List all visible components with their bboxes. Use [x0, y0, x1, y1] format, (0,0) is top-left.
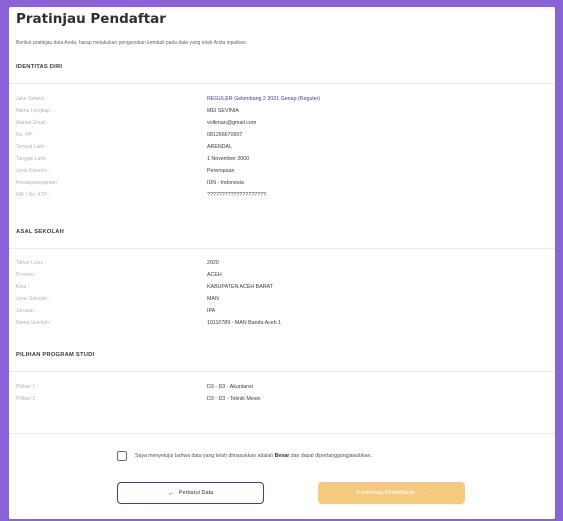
confirm-registration-button[interactable]: Konfirmasi Pendaftaran →	[318, 482, 465, 504]
info-value: Perempuan	[207, 168, 235, 174]
section-heading-identitas: IDENTITAS DIRI	[16, 64, 63, 70]
section-divider	[9, 248, 555, 249]
info-row-kota: Kota : KABUPATEN ACEH BARAT	[16, 284, 555, 293]
section-divider	[9, 371, 555, 372]
info-row-tahun-lulus: Tahun Lulus : 2020	[16, 260, 555, 269]
info-label: Jenis Sekolah :	[16, 296, 50, 302]
agreement-text-after: dan dapat dipertanggungjawabkan.	[289, 453, 372, 459]
info-row-provinsi: Provinsi : ACEH	[16, 272, 555, 281]
info-label: Jenis Kelamin :	[16, 168, 50, 174]
info-value: KABUPATEN ACEH BARAT	[207, 284, 273, 290]
info-row-pilihan-2: Pilihan 2 : D3 - D3 - Teknik Mesin	[16, 396, 555, 405]
info-label: Jurusan :	[16, 308, 37, 314]
info-label: Pilihan 2 :	[16, 396, 38, 402]
update-data-button[interactable]: ← Perbarui Data	[117, 482, 264, 504]
info-label: Nama Sekolah :	[16, 320, 52, 326]
info-row-tanggal-lahir: Tanggal Lahir : 1 November 2000	[16, 156, 555, 165]
agreement-text: Saya menyetujui bahwa data yang telah di…	[135, 453, 372, 459]
preview-card: Pratinjau Pendaftar Berikut pratinjau da…	[9, 7, 555, 519]
info-row-nama-sekolah: Nama Sekolah : 10110789 - MAN Banda Aceh…	[16, 320, 555, 329]
section-divider	[9, 433, 555, 434]
info-value: 081266670907	[207, 132, 243, 138]
info-value: 10110789 - MAN Banda Aceh 1	[207, 320, 282, 326]
info-row-kewarganegaraan: Kewarganegaraan : IDN - Indonesia	[16, 180, 555, 189]
info-label: Tahun Lulus :	[16, 260, 46, 266]
info-row-pilihan-1: Pilihan 1 : D3 - D3 - Akuntansi	[16, 384, 555, 393]
info-row-no-hp: No. HP : 081266670907	[16, 132, 555, 141]
info-row-alamat-email: Alamat Email : volkman@gmail.com	[16, 120, 555, 129]
info-row-nik: NIK / No. KTP : ????????????????????	[16, 192, 555, 201]
page-subtitle: Berikut pratinjau data Anda, harap melak…	[16, 40, 247, 46]
arrow-right-icon: →	[419, 489, 427, 497]
arrow-left-icon: ←	[167, 489, 175, 497]
info-value: D3 - D3 - Teknik Mesin	[207, 396, 261, 402]
info-value: ACEH	[207, 272, 222, 278]
info-label: Tempat Lahir :	[16, 144, 48, 150]
info-value: 2020	[207, 260, 219, 266]
info-label: NIK / No. KTP :	[16, 192, 51, 198]
update-data-label: Perbarui Data	[178, 490, 214, 496]
section-divider	[9, 83, 555, 84]
info-value: D3 - D3 - Akuntansi	[207, 384, 253, 390]
info-label: Nama Lengkap :	[16, 108, 53, 114]
info-label: No. HP :	[16, 132, 35, 138]
page-title: Pratinjau Pendaftar	[16, 11, 166, 27]
info-row-jenis-kelamin: Jenis Kelamin : Perempuan	[16, 168, 555, 177]
info-row-nama-lengkap: Nama Lengkap : MEI SEVINIA	[16, 108, 555, 117]
info-row-tempat-lahir: Tempat Lahir : ARENDAL	[16, 144, 555, 153]
info-value: MAN	[207, 296, 219, 302]
agreement-text-bold: Benar	[274, 453, 290, 459]
info-value: 1 November 2000	[207, 156, 250, 162]
agreement-checkbox[interactable]	[117, 451, 127, 461]
info-row-jalur-seleksi: Jalur Seleksi : REGULER Gelombang 2 2021…	[16, 96, 555, 105]
confirm-registration-label: Konfirmasi Pendaftaran	[356, 490, 416, 496]
info-value: volkman@gmail.com	[207, 120, 257, 126]
info-label: Jalur Seleksi :	[16, 96, 48, 102]
info-label: Tanggal Lahir :	[16, 156, 49, 162]
section-heading-asal-sekolah: ASAL SEKOLAH	[16, 229, 65, 235]
info-value: IDN - Indonesia	[207, 180, 244, 186]
info-label: Kota :	[16, 284, 30, 290]
agreement-text-before: Saya menyetujui bahwa data yang telah di…	[135, 453, 275, 459]
section-heading-program-studi: PILIHAN PROGRAM STUDI	[16, 352, 95, 358]
info-value: ARENDAL	[207, 144, 233, 150]
info-value: ????????????????????	[207, 192, 266, 198]
info-label: Kewarganegaraan :	[16, 180, 60, 186]
info-label: Alamat Email :	[16, 120, 49, 126]
info-label: Pilihan 1 :	[16, 384, 38, 390]
info-label: Provinsi :	[16, 272, 37, 278]
info-row-jenis-sekolah: Jenis Sekolah : MAN	[16, 296, 555, 305]
info-value: IPA	[207, 308, 216, 314]
info-row-jurusan: Jurusan : IPA	[16, 308, 555, 317]
info-value: MEI SEVINIA	[207, 108, 239, 114]
info-value: REGULER Gelombang 2 2021 Genap (Reguler)	[207, 96, 321, 102]
agreement-row: Saya menyetujui bahwa data yang telah di…	[117, 451, 372, 461]
